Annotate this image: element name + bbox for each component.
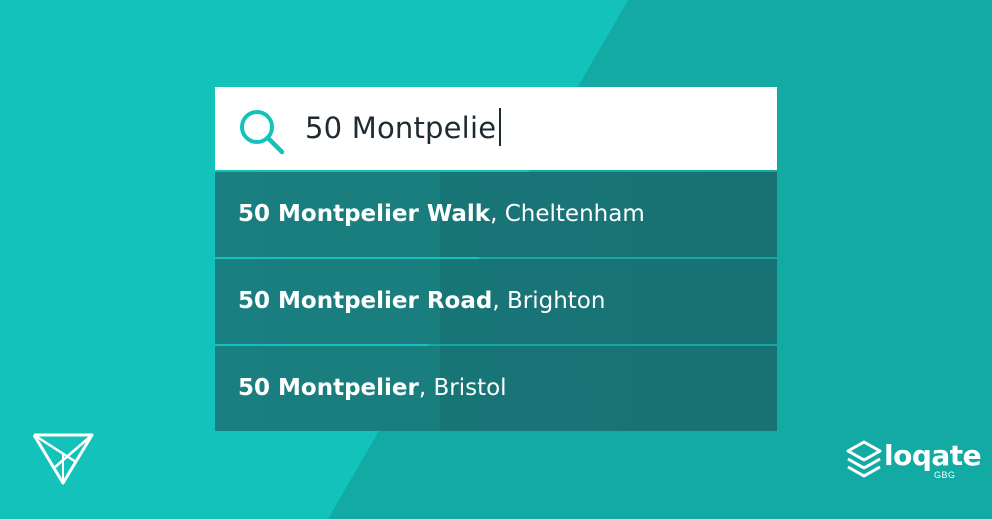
result-separator: , — [492, 288, 507, 314]
result-city: Brighton — [506, 288, 606, 314]
result-separator: , — [418, 375, 434, 401]
result-city: Bristol — [433, 375, 507, 401]
autocomplete-results: 50 Montpelier Walk, Cheltenham 50 Montpe… — [215, 172, 777, 433]
loqate-wordmark: loqate — [884, 439, 982, 472]
loqate-logo-icon — [846, 440, 882, 478]
result-street: 50 Montpelier Walk — [238, 201, 491, 227]
search-icon — [240, 110, 285, 155]
result-street: 50 Montpelier Road — [238, 288, 493, 314]
gbg-wordmark: GBG — [934, 470, 956, 480]
search-input[interactable]: 50 Montpelie — [305, 87, 502, 170]
result-item[interactable]: 50 Montpelier, Bristol — [215, 346, 777, 431]
result-street: 50 Montpelier — [238, 375, 419, 401]
loqate-logo: loqate GBG — [846, 438, 982, 486]
result-separator: , — [490, 201, 505, 227]
text-caret — [499, 108, 502, 146]
result-item[interactable]: 50 Montpelier Road, Brighton — [215, 259, 777, 344]
result-city: Cheltenham — [504, 201, 645, 227]
search-input-value: 50 Montpelie — [305, 111, 497, 145]
search-box[interactable]: 50 Montpelie — [215, 87, 777, 170]
v-logo-icon — [32, 433, 94, 485]
result-item[interactable]: 50 Montpelier Walk, Cheltenham — [215, 172, 777, 257]
